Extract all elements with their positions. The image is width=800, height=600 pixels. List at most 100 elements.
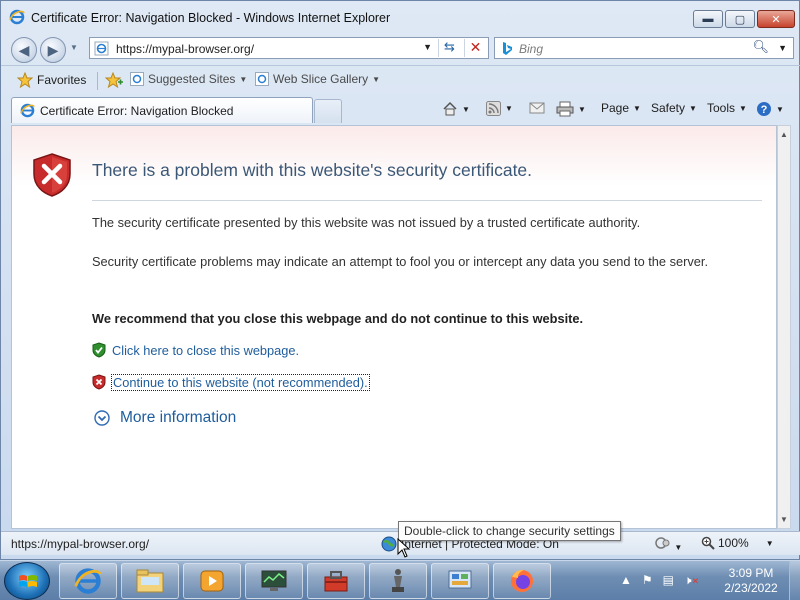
tab-title: Certificate Error: Navigation Blocked [40, 103, 234, 118]
volume-muted-icon[interactable]: 🕨︎✕ [684, 573, 699, 588]
taskbar-toolbox-button[interactable] [307, 563, 365, 599]
bing-icon [500, 41, 514, 59]
security-error-shield-icon [33, 153, 71, 197]
chevron-down-icon[interactable]: ▼ [578, 105, 586, 114]
page-menu-button[interactable]: Page ▼ [601, 101, 641, 115]
chevron-down-icon: ▼ [776, 104, 784, 114]
toolbox-icon [324, 571, 348, 592]
zoom-level: 100% [718, 536, 749, 550]
more-information-label: More information [120, 409, 237, 426]
taskbar-explorer-button[interactable] [121, 563, 179, 599]
tools-menu-button[interactable]: Tools ▼ [707, 101, 747, 115]
taskbar: ▲ ⚑ ▤ 🕨︎✕ 3:09 PM 2/23/2022 [0, 560, 800, 600]
scroll-down-icon[interactable]: ▼ [780, 515, 788, 524]
taskbar-control-panel-button[interactable] [431, 563, 489, 599]
expand-chevron-icon [94, 410, 110, 426]
close-window-button[interactable]: ✕ [757, 10, 795, 28]
help-button[interactable]: ? ▼ [756, 101, 784, 117]
scroll-up-icon[interactable]: ▲ [780, 130, 788, 139]
svg-text:?: ? [761, 104, 768, 116]
address-bar[interactable]: https://mypal-browser.org/ ▼ ⇆ ✕ [89, 37, 489, 59]
chevron-down-icon: ▼ [633, 103, 641, 113]
chevron-down-icon[interactable]: ▼ [462, 105, 470, 114]
chevron-down-icon[interactable]: ▼ [505, 104, 513, 113]
browser-window: Certificate Error: Navigation Blocked - … [0, 0, 800, 560]
forward-button[interactable]: ▶ [40, 37, 66, 63]
navigation-bar: ◀ ▶ ▼ https://mypal-browser.org/ ▼ ⇆ ✕ B… [1, 33, 800, 63]
taskbar-monitor-app-button[interactable] [245, 563, 303, 599]
back-arrow-icon: ◀ [18, 41, 30, 58]
back-button[interactable]: ◀ [11, 37, 37, 63]
divider [92, 200, 762, 201]
status-url: https://mypal-browser.org/ [11, 537, 150, 551]
web-slice-gallery-button[interactable]: Web Slice Gallery ▼ [255, 72, 380, 86]
more-information-toggle[interactable]: More information [94, 409, 236, 427]
title-bar: Certificate Error: Navigation Blocked - … [1, 1, 800, 33]
monitor-app-icon [261, 570, 287, 591]
read-mail-button[interactable] [529, 101, 545, 115]
chevron-down-icon: ▼ [674, 543, 683, 552]
chevron-down-icon: ▼ [765, 538, 774, 548]
refresh-button[interactable]: ⇆ [438, 39, 460, 57]
show-desktop-button[interactable] [789, 561, 800, 600]
search-icon[interactable]: 🔍︎ [752, 39, 769, 55]
taskbar-ie-button[interactable] [59, 563, 117, 599]
close-webpage-option[interactable]: Click here to close this webpage. [92, 342, 299, 358]
stop-button[interactable]: ✕ [464, 39, 486, 57]
zoom-icon [701, 536, 715, 550]
explorer-icon [136, 569, 164, 593]
rss-feed-icon [486, 101, 501, 116]
zoom-control[interactable]: 100% ▼ [701, 536, 774, 550]
chevron-down-icon: ▼ [372, 74, 381, 84]
recommendation-text: We recommend that you close this webpage… [92, 311, 584, 326]
recent-pages-dropdown-icon[interactable]: ▼ [70, 43, 78, 52]
continue-option[interactable]: Continue to this website (not recommende… [92, 373, 370, 391]
error-headline: There is a problem with this website's s… [92, 160, 533, 180]
forward-arrow-icon: ▶ [47, 41, 59, 58]
add-to-favorites-bar-button[interactable] [105, 72, 123, 88]
vertical-scrollbar[interactable]: ▲ ▼ [777, 125, 791, 529]
clock-time: 3:09 PM [728, 566, 774, 580]
minimize-button[interactable]: ▬ [693, 10, 723, 28]
address-dropdown-icon[interactable]: ▼ [423, 42, 432, 52]
system-tray: ▲ ⚑ ▤ 🕨︎✕ [620, 573, 699, 588]
windows-logo-icon [19, 575, 37, 587]
error-description: The security certificate presented by th… [92, 215, 641, 230]
taskbar-clock[interactable]: 3:09 PM 2/23/2022 [720, 566, 782, 596]
suggested-sites-button[interactable]: Suggested Sites ▼ [130, 72, 247, 86]
ie-page-icon [130, 72, 144, 86]
home-button[interactable]: ▼ [442, 101, 470, 117]
maximize-button[interactable]: ▢ [725, 10, 755, 28]
firefox-icon [511, 569, 533, 592]
tab-certificate-error[interactable]: Certificate Error: Navigation Blocked [11, 97, 313, 123]
action-center-flag-icon[interactable]: ⚑ [642, 573, 653, 588]
help-icon: ? [757, 102, 771, 116]
search-box[interactable]: Bing 🔍︎ ▼ [494, 37, 794, 59]
print-button[interactable]: ▼ [556, 101, 586, 117]
mouse-cursor-icon [397, 538, 411, 558]
close-webpage-link[interactable]: Click here to close this webpage. [112, 343, 299, 358]
show-hidden-icons-icon[interactable]: ▲ [620, 573, 632, 588]
new-tab-button[interactable] [314, 99, 342, 123]
continue-to-website-link[interactable]: Continue to this website (not recommende… [111, 373, 370, 391]
safety-menu-button[interactable]: Safety ▼ [651, 101, 697, 115]
tab-row: Certificate Error: Navigation Blocked ▼ … [1, 95, 800, 125]
start-button[interactable] [4, 562, 50, 600]
feeds-button[interactable]: ▼ [486, 101, 513, 116]
protected-mode-settings[interactable]: ▼ [655, 536, 682, 553]
search-options-dropdown-icon[interactable]: ▼ [778, 43, 787, 53]
taskbar-media-player-button[interactable] [183, 563, 241, 599]
favorites-bar: Favorites Suggested Sites ▼ Web Slice Ga… [1, 65, 800, 95]
favorites-button[interactable]: Favorites [17, 72, 86, 88]
taskbar-chess-button[interactable] [369, 563, 427, 599]
printer-icon [556, 101, 574, 117]
globe-icon [381, 536, 397, 552]
address-url[interactable]: https://mypal-browser.org/ [116, 42, 254, 56]
chevron-down-icon: ▼ [689, 103, 697, 113]
green-shield-icon [92, 342, 106, 358]
taskbar-firefox-button[interactable] [493, 563, 551, 599]
security-settings-tooltip: Double-click to change security settings [398, 521, 621, 541]
favorites-label: Favorites [37, 73, 87, 87]
chess-icon [392, 569, 404, 592]
network-icon[interactable]: ▤ [663, 573, 674, 588]
